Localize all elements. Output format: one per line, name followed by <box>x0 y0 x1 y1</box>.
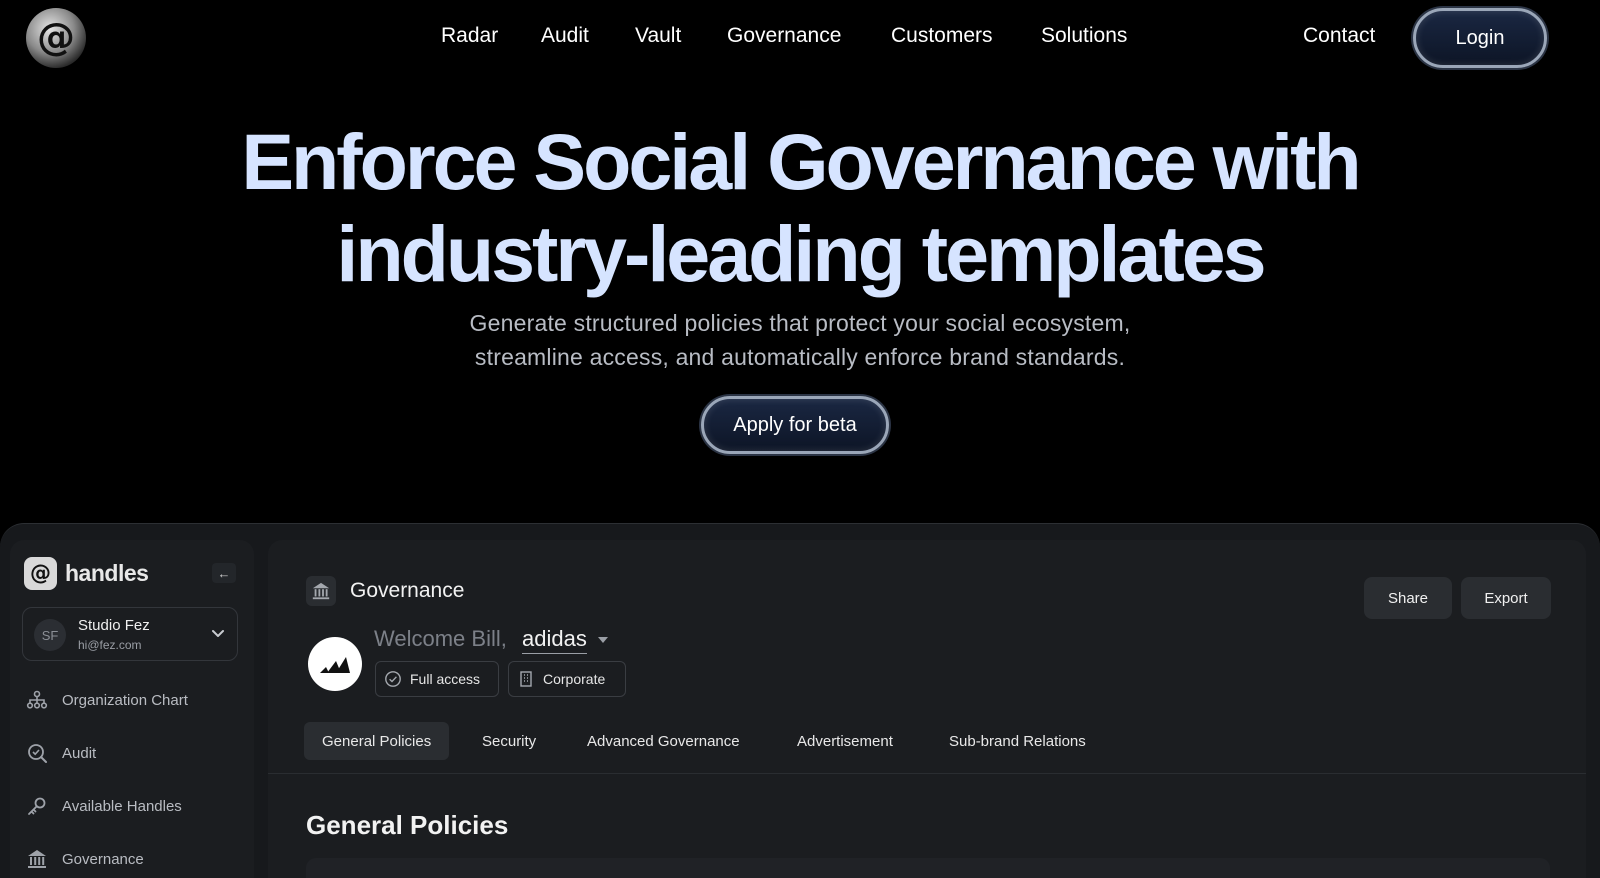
sidebar-item-label: Audit <box>62 744 97 762</box>
app-brand[interactable]: @ handles <box>24 556 149 590</box>
nav-link-solutions[interactable]: Solutions <box>1041 24 1127 48</box>
corporate-badge-label: Corporate <box>543 671 606 687</box>
hero-subtitle-line-1: Generate structured policies that protec… <box>469 310 1131 336</box>
tab-divider <box>268 773 1586 774</box>
sidebar-item-label: Governance <box>62 850 144 868</box>
export-button[interactable]: Export <box>1461 577 1551 619</box>
caret-down-icon[interactable] <box>598 637 608 643</box>
login-button[interactable]: Login <box>1413 8 1547 68</box>
hero-subtitle: Generate structured policies that protec… <box>0 306 1600 374</box>
share-button[interactable]: Share <box>1364 577 1452 619</box>
sidebar-item-audit[interactable]: Audit <box>26 740 96 766</box>
hero-title-line-2: industry-leading templates <box>336 209 1266 298</box>
workspace-email: hi@fez.com <box>78 638 142 652</box>
org-chart-icon <box>26 690 48 709</box>
hero-subtitle-line-2: streamline access, and automatically enf… <box>474 344 1126 370</box>
audit-search-icon <box>28 744 47 763</box>
sidebar-item-organization-chart[interactable]: Organization Chart <box>26 687 188 713</box>
account-selector[interactable]: adidas <box>522 626 587 654</box>
key-icon <box>28 797 46 815</box>
check-circle-icon <box>385 671 401 687</box>
access-badge: Full access <box>375 661 499 697</box>
nav-link-governance[interactable]: Governance <box>727 24 841 48</box>
nav-link-audit[interactable]: Audit <box>541 24 589 48</box>
tab-advanced-governance[interactable]: Advanced Governance <box>587 722 740 760</box>
nav-link-customers[interactable]: Customers <box>891 24 993 48</box>
building-icon <box>520 671 532 687</box>
handles-logo-icon: @ <box>24 556 57 590</box>
corporate-badge: Corporate <box>508 661 626 697</box>
apply-for-beta-button[interactable]: Apply for beta <box>701 396 889 454</box>
tab-security[interactable]: Security <box>482 722 536 760</box>
page-header: Governance <box>306 576 464 606</box>
nav-link-radar[interactable]: Radar <box>441 24 498 48</box>
tab-sub-brand-relations[interactable]: Sub-brand Relations <box>949 722 1086 760</box>
access-badge-label: Full access <box>410 671 481 687</box>
welcome-text: Welcome Bill, <box>374 626 507 651</box>
tab-advertisement[interactable]: Advertisement <box>797 722 893 760</box>
adidas-logo-icon <box>308 637 362 691</box>
hero-title: Enforce Social Governance with industry-… <box>0 116 1600 300</box>
sidebar-item-governance[interactable]: Governance <box>26 846 144 872</box>
chevron-down-icon <box>212 630 224 637</box>
brand-name: handles <box>65 559 149 586</box>
workspace-name: Studio Fez <box>78 617 150 634</box>
page-title: Governance <box>350 579 465 602</box>
governance-bank-icon <box>306 576 336 606</box>
sidebar-item-label: Available Handles <box>62 797 182 815</box>
sidebar-item-label: Organization Chart <box>62 691 188 709</box>
nav-link-contact[interactable]: Contact <box>1303 24 1375 48</box>
collapse-sidebar-button[interactable]: ← <box>212 563 236 583</box>
workspace-avatar: SF <box>34 619 66 651</box>
section-title: General Policies <box>306 810 509 840</box>
hero-title-line-1: Enforce Social Governance with <box>241 117 1361 206</box>
workspace-switcher[interactable]: SF Studio Fez hi@fez.com <box>22 607 238 661</box>
policy-card <box>306 858 1550 878</box>
nav-link-vault[interactable]: Vault <box>635 24 681 48</box>
tab-general-policies[interactable]: General Policies <box>304 722 450 760</box>
sidebar-item-available-handles[interactable]: Available Handles <box>26 793 182 819</box>
bank-icon <box>28 850 46 868</box>
